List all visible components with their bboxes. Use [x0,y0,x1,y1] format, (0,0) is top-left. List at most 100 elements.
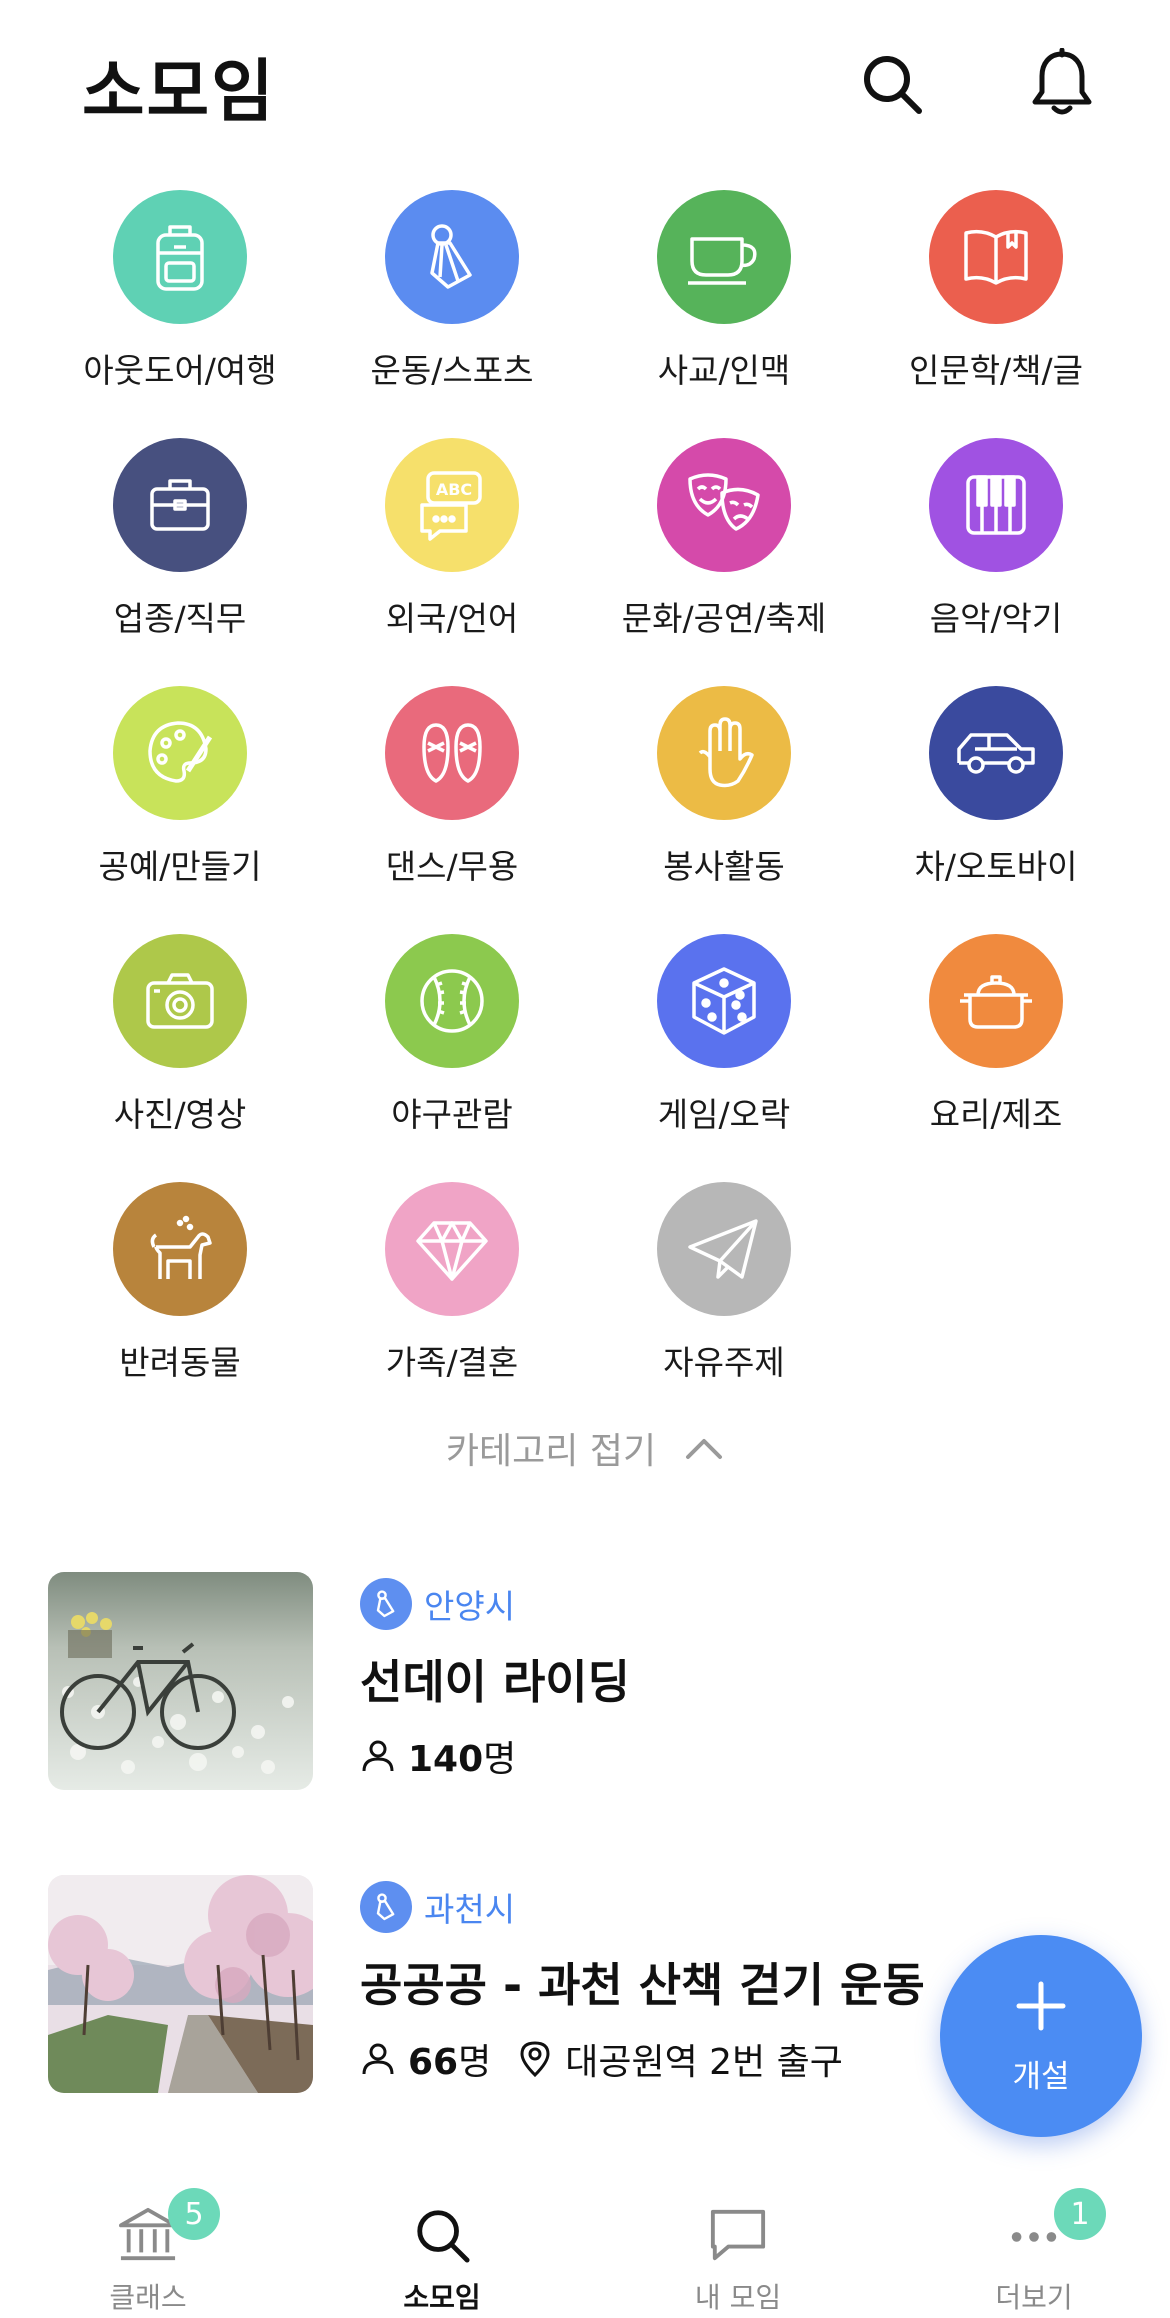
car-icon [957,733,1035,774]
briefcase-icon [150,479,210,531]
category-label: 음악/악기 [929,599,1063,638]
category-family[interactable]: 가족/결혼 [332,1182,572,1412]
tab-my-groups[interactable]: 내 모임 [628,2206,848,2316]
member-count: 140 [408,1739,484,1780]
category-label: 자유주제 [663,1343,785,1382]
category-music[interactable]: 음악/악기 [876,438,1116,668]
ballet-shoes-icon [422,723,482,783]
coffee-cup-icon [688,237,757,285]
search-icon [864,56,922,114]
category-pets[interactable]: 반려동물 [60,1182,300,1412]
tab-badge: 1 [1054,2188,1106,2240]
speech-abc-icon: ABC [420,471,482,541]
category-label: 반려동물 [119,1343,241,1382]
app-header: 소모임 [0,0,1170,160]
category-cooking[interactable]: 요리/제조 [876,934,1116,1164]
bottom-tab-bar: 5 클래스 소모임 내 모임 1 더보기 [0,2180,1170,2318]
category-social[interactable]: 사교/인맥 [604,190,844,420]
tab-label: 더보기 [995,2281,1073,2314]
book-icon [964,229,1028,285]
chat-bubble-icon [710,2209,766,2261]
tab-label: 소모임 [403,2281,481,2314]
shuttlecock-icon [376,1893,395,1921]
dice-icon [692,967,756,1035]
notification-button[interactable] [1022,44,1102,124]
collapse-categories-button[interactable]: 카테고리 접기 [0,1422,1170,1474]
category-label: 게임/오락 [657,1095,791,1134]
meeting-place: 대공원역 2번 출구 [565,2042,843,2083]
category-label: 아웃도어/여행 [83,351,277,390]
member-count: 66 [408,2042,459,2083]
category-outdoor-travel[interactable]: 아웃도어/여행 [60,190,300,420]
member-unit: 명 [458,2042,492,2083]
category-photo[interactable]: 사진/영상 [60,934,300,1164]
tab-class[interactable]: 5 클래스 [38,2188,258,2316]
shuttlecock-icon [430,224,472,289]
group-region: 안양시 [424,1587,516,1626]
search-icon [417,2210,470,2263]
paper-plane-icon [688,1219,758,1279]
category-label: 야구관람 [391,1095,513,1134]
category-label: 봉사활동 [663,847,785,886]
category-label: 사교/인맥 [657,351,791,390]
category-baseball[interactable]: 야구관람 [332,934,572,1164]
group-info: 안양시 선데이 라이딩 140명 [360,1576,1120,1782]
category-humanities[interactable]: 인문학/책/글 [876,190,1116,420]
group-meta: 140명 [360,1730,1120,1782]
category-sports[interactable]: 운동/스포츠 [332,190,572,420]
backpack-icon [156,225,204,291]
bell-icon [1032,48,1092,115]
category-label: 공예/만들기 [98,847,262,886]
theater-masks-icon [688,473,760,531]
shuttlecock-icon [376,1590,395,1618]
tab-more[interactable]: 1 더보기 [924,2188,1144,2316]
category-dance[interactable]: 댄스/무용 [332,686,572,916]
person-icon [362,1740,394,1772]
person-icon [362,2043,394,2075]
category-label: 운동/스포츠 [370,351,534,390]
baseball-icon [420,969,484,1033]
category-volunteer[interactable]: 봉사활동 [604,686,844,916]
category-label: 업종/직무 [113,599,247,638]
tab-label: 내 모임 [694,2281,782,2314]
svg-text:ABC: ABC [436,480,472,499]
chevron-up-icon [686,1439,723,1459]
group-thumbnail [48,1572,313,1790]
category-label: 외국/언어 [385,599,519,638]
group-location: 과천시 [360,1879,1120,1935]
category-label: 문화/공연/축제 [621,599,827,638]
plus-icon [1013,1977,1069,2041]
pot-icon [960,975,1032,1029]
category-free-topic[interactable]: 자유주제 [604,1182,844,1412]
collapse-label: 카테고리 접기 [445,1431,657,1472]
palette-icon [148,721,213,783]
hand-icon [698,717,754,788]
category-business[interactable]: 업종/직무 [60,438,300,668]
dog-icon [150,1215,212,1279]
sports-category-badge [360,1578,412,1630]
category-car[interactable]: 차/오토바이 [876,686,1116,916]
piano-icon [966,475,1026,535]
location-pin-icon [520,2041,550,2078]
search-button[interactable] [852,44,932,124]
tab-somoim[interactable]: 소모임 [332,2206,552,2316]
category-game[interactable]: 게임/오락 [604,934,844,1164]
category-label: 댄스/무용 [385,847,519,886]
diamond-icon [416,1221,488,1281]
category-label: 차/오토바이 [914,847,1078,886]
category-language[interactable]: ABC 외국/언어 [332,438,572,668]
create-group-button[interactable]: 개설 [940,1935,1142,2137]
category-label: 사진/영상 [113,1095,247,1134]
member-unit: 명 [483,1739,517,1780]
category-label: 요리/제조 [929,1095,1063,1134]
category-culture[interactable]: 문화/공연/축제 [604,438,844,668]
group-title: 선데이 라이딩 [360,1655,630,1709]
group-item[interactable]: 안양시 선데이 라이딩 140명 [48,1572,1122,1792]
create-group-label: 개설 [1012,2058,1070,2095]
category-crafts[interactable]: 공예/만들기 [60,686,300,916]
sports-category-badge [360,1881,412,1933]
app-title: 소모임 [82,53,276,132]
tab-badge: 5 [168,2188,220,2240]
tab-label: 클래스 [109,2281,187,2314]
category-label: 가족/결혼 [385,1343,519,1382]
